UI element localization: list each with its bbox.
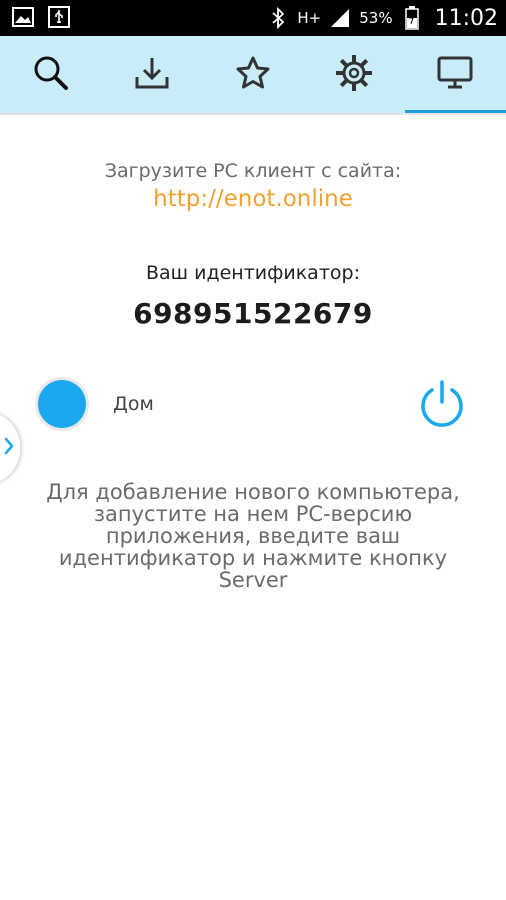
tab-computer[interactable]	[404, 36, 506, 113]
signal-icon	[329, 7, 351, 29]
tab-bar	[0, 36, 506, 113]
clock: 11:02	[434, 5, 498, 31]
id-label: Ваш идентификатор:	[146, 262, 360, 284]
battery-icon	[401, 6, 423, 30]
monitor-icon	[436, 55, 474, 95]
bluetooth-icon	[267, 7, 289, 29]
tab-search[interactable]	[0, 36, 101, 113]
device-status-dot	[38, 380, 86, 428]
device-row[interactable]: Дом	[0, 372, 506, 438]
download-link[interactable]: http://enot.online	[0, 186, 506, 212]
download-icon	[134, 55, 170, 95]
id-value: 698951522679	[133, 297, 373, 330]
tab-favorites[interactable]	[202, 36, 303, 113]
add-computer-hint: Для добавление нового компьютера, запуст…	[46, 480, 460, 592]
image-icon	[12, 6, 34, 28]
tab-bar-divider	[0, 113, 506, 115]
power-button[interactable]	[416, 378, 468, 430]
download-label: Загрузите PC клиент с сайта:	[104, 160, 402, 182]
usb-icon	[48, 6, 70, 28]
battery-percent: 53%	[359, 9, 393, 27]
device-name: Дом	[113, 393, 154, 415]
tab-settings[interactable]	[304, 36, 405, 113]
chevron-right-icon	[4, 437, 14, 459]
search-icon	[32, 54, 70, 96]
star-icon	[235, 55, 271, 95]
status-bar: H+ 53% 11:02	[0, 0, 506, 36]
power-icon	[416, 380, 468, 434]
gear-icon	[336, 54, 373, 95]
network-type: H+	[297, 9, 322, 27]
tab-download[interactable]	[101, 36, 202, 113]
